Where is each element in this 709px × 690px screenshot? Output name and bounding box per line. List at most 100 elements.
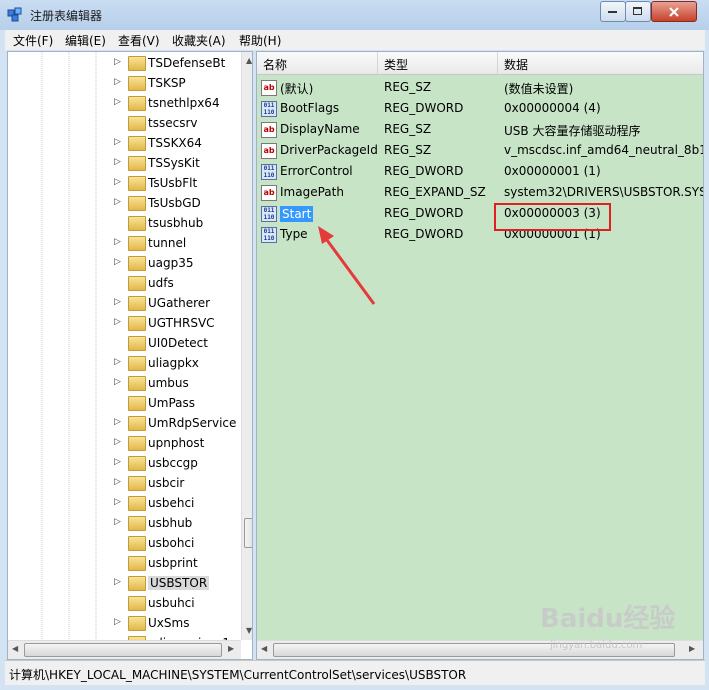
expand-arrow-icon[interactable]: ▷ [114,57,121,67]
scroll-left-arrow-icon[interactable]: ◀ [12,644,18,653]
tree-item[interactable]: ▷ TSSKX64 [8,133,241,153]
scroll-right-arrow-icon[interactable]: ▶ [689,644,695,653]
scroll-left-arrow-icon[interactable]: ◀ [261,644,267,653]
expand-arrow-icon[interactable]: ▷ [114,437,121,447]
expand-arrow-icon[interactable]: ▷ [114,377,121,387]
tree-vertical-scrollbar[interactable]: ▲ ▼ [241,52,252,640]
value-data: USB 大容量存储驱动程序 [504,124,641,138]
value-row[interactable]: ab (默认) REG_SZ (数值未设置) [257,77,703,98]
tree-item[interactable]: udfs [8,273,241,293]
tree-item[interactable]: ▷ usbhub [8,513,241,533]
value-type: REG_DWORD [384,227,464,241]
tree-item[interactable]: ▷ TSDefenseBt [8,53,241,73]
column-header-type[interactable]: 类型 [384,56,408,73]
tree-item[interactable]: tssecsrv [8,113,241,133]
tree-item[interactable]: ▷ USBSTOR [8,573,241,593]
tree-item-label: tunnel [148,236,187,250]
value-name: DriverPackageId [280,143,378,157]
tree-item[interactable]: ▷ UGTHRSVC [8,313,241,333]
expand-arrow-icon[interactable]: ▷ [114,497,121,507]
tree-item[interactable]: ▷ TsUsbGD [8,193,241,213]
scroll-down-arrow-icon[interactable]: ▼ [246,626,252,635]
menu-file[interactable]: 文件(F) [13,32,53,49]
column-divider[interactable] [377,52,378,74]
string-value-icon: ab [261,80,277,96]
expand-arrow-icon[interactable]: ▷ [114,137,121,147]
value-row[interactable]: ab DriverPackageId REG_SZ v_mscdsc.inf_amd6… [257,140,703,161]
tree-item-label: upnphost [148,436,205,450]
column-header-data[interactable]: 数据 [504,56,528,73]
folder-icon [128,256,146,271]
expand-arrow-icon[interactable]: ▷ [114,357,121,367]
menu-favorites[interactable]: 收藏夹(A) [172,32,226,49]
column-header-name[interactable]: 名称 [263,56,287,73]
menu-view[interactable]: 查看(V) [118,32,160,49]
expand-arrow-icon[interactable]: ▷ [114,77,121,87]
tree-item[interactable]: ▷ uagp35 [8,253,241,273]
column-divider[interactable] [497,52,498,74]
tree-item-label: UGTHRSVC [148,316,215,330]
tree-item[interactable]: usbprint [8,553,241,573]
tree-item[interactable]: ▷ umbus [8,373,241,393]
menu-help[interactable]: 帮助(H) [239,32,281,49]
tree-item[interactable]: ▷ TsUsbFlt [8,173,241,193]
expand-arrow-icon[interactable]: ▷ [114,177,121,187]
expand-arrow-icon[interactable]: ▷ [114,297,121,307]
expand-arrow-icon[interactable]: ▷ [114,317,121,327]
expand-arrow-icon[interactable]: ▷ [114,577,121,587]
tree-horizontal-scrollbar[interactable]: ◀ ▶ [8,640,241,659]
tree-item[interactable]: UI0Detect [8,333,241,353]
tree-item[interactable]: ▷ TSSysKit [8,153,241,173]
status-bar: 计算机\HKEY_LOCAL_MACHINE\SYSTEM\CurrentCon… [5,660,705,685]
expand-arrow-icon[interactable]: ▷ [114,517,121,527]
key-tree-pane[interactable]: ▷ TSDefenseBt ▷ TSKSP ▷ tsnethlpx64 tssecsrv ▷ T… [7,51,253,660]
tree-item[interactable]: ▷ uliagpkx [8,353,241,373]
value-row[interactable]: ab DisplayName REG_SZ USB 大容量存储驱动程序 [257,119,703,140]
tree-item[interactable]: ▷ tsnethlpx64 [8,93,241,113]
value-row[interactable]: 011 110 Start REG_DWORD 0x00000003 (3) [257,203,703,224]
value-row[interactable]: 011 110 BootFlags REG_DWORD 0x00000004 (4) [257,98,703,119]
tree-item[interactable]: ▷ usbccgp [8,453,241,473]
tree-item[interactable]: ▷ TSKSP [8,73,241,93]
scroll-up-arrow-icon[interactable]: ▲ [246,56,252,65]
expand-arrow-icon[interactable]: ▷ [114,257,121,267]
tree-item-label: TSSysKit [148,156,200,170]
maximize-button[interactable] [625,1,651,22]
tree-item[interactable]: ▷ UGatherer [8,293,241,313]
value-row[interactable]: ab ImagePath REG_EXPAND_SZ system32\DRIVERS… [257,182,703,203]
tree-item[interactable]: ▷ usbcir [8,473,241,493]
tree-item[interactable]: UmPass [8,393,241,413]
tree-hscroll-thumb[interactable] [24,643,222,657]
close-button[interactable] [651,1,697,22]
expand-arrow-icon[interactable]: ▷ [114,157,121,167]
tree-item[interactable]: ▷ tunnel [8,233,241,253]
tree-item[interactable]: ▷ usbehci [8,493,241,513]
value-row[interactable]: 011 110 ErrorControl REG_DWORD 0x00000001 (1… [257,161,703,182]
expand-arrow-icon[interactable]: ▷ [114,97,121,107]
expand-arrow-icon[interactable]: ▷ [114,237,121,247]
scroll-right-arrow-icon[interactable]: ▶ [228,644,234,653]
tree-item-label: TSDefenseBt [148,56,226,70]
tree-item[interactable]: usbuhci [8,593,241,613]
tree-item-label: usbprint [148,556,198,570]
tree-item-label: usbcir [148,476,185,490]
string-value-icon: ab [261,122,277,138]
expand-arrow-icon[interactable]: ▷ [114,457,121,467]
values-list-pane[interactable]: 名称 类型 数据 ab (默认) REG_SZ (数值未设置) 011 110 BootFl… [256,51,704,660]
expand-arrow-icon[interactable]: ▷ [114,477,121,487]
tree-item[interactable]: ▷ UmRdpService [8,413,241,433]
tree-item[interactable]: tsusbhub [8,213,241,233]
tree-item-label: UI0Detect [148,336,208,350]
tree-item[interactable]: usbohci [8,533,241,553]
menu-edit[interactable]: 编辑(E) [65,32,106,49]
expand-arrow-icon[interactable]: ▷ [114,417,121,427]
tree-scroll-thumb[interactable] [244,518,252,548]
minimize-button[interactable] [600,1,626,22]
annotation-highlight-box [494,203,611,231]
expand-arrow-icon[interactable]: ▷ [114,617,121,627]
tree-item[interactable]: ▷ upnphost [8,433,241,453]
tree-item[interactable]: ▷ UxSms [8,613,241,633]
tree-item-label: UxSms [148,616,190,630]
folder-icon [128,476,146,491]
expand-arrow-icon[interactable]: ▷ [114,197,121,207]
